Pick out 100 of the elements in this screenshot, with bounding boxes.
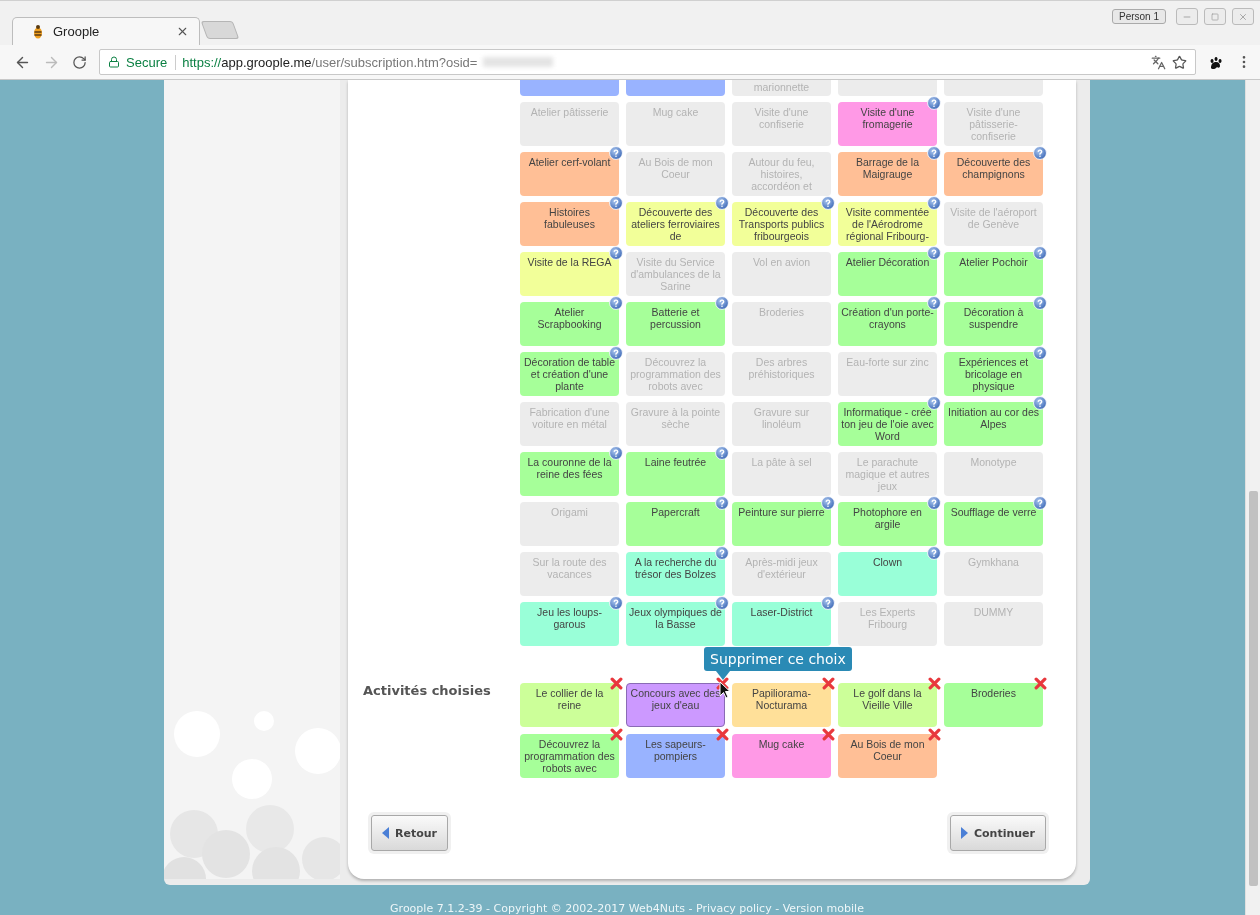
- help-icon[interactable]: [1033, 496, 1047, 510]
- activity-tile[interactable]: Découverte des champignons: [944, 152, 1043, 196]
- activity-tile: Monotype: [944, 452, 1043, 496]
- activity-tile[interactable]: Création d'un porte-crayons: [838, 302, 937, 346]
- close-icon[interactable]: [176, 25, 189, 38]
- favicon-icon: [31, 23, 45, 40]
- close-icon: [1238, 11, 1248, 22]
- tab-title: Groople: [53, 24, 101, 39]
- chosen-activity-tile[interactable]: Au Bois de mon Coeur: [838, 734, 937, 778]
- activity-tile[interactable]: Histoires fabuleuses: [520, 202, 619, 246]
- back-button[interactable]: Retour: [371, 815, 448, 851]
- activity-tile[interactable]: Informatique - crée ton jeu de l'oie avec Word: [838, 402, 937, 446]
- translate-icon[interactable]: [1151, 54, 1166, 70]
- help-icon[interactable]: [1033, 146, 1047, 160]
- continue-button[interactable]: Continuer: [949, 815, 1046, 851]
- activity-tile[interactable]: Visite commentée de l'Aérodrome régional Fribourg-: [838, 202, 937, 246]
- help-icon[interactable]: [1033, 296, 1047, 310]
- activity-tile[interactable]: Décoration à suspendre: [944, 302, 1043, 346]
- chosen-activity-tile[interactable]: Le collier de la reine: [520, 683, 619, 727]
- help-icon[interactable]: [1033, 246, 1047, 260]
- help-icon[interactable]: [927, 196, 941, 210]
- activity-tile: Gravure sur linoléum: [732, 402, 831, 446]
- help-icon[interactable]: [821, 496, 835, 510]
- help-icon[interactable]: [927, 246, 941, 260]
- activity-tile[interactable]: A la recherche du trésor des Bolzes: [626, 552, 725, 596]
- activity-tile[interactable]: Visite d'une fromagerie: [838, 102, 937, 146]
- activity-tile[interactable]: Découverte des ateliers ferroviaires de: [626, 202, 725, 246]
- activity-tile[interactable]: Atelier Scrapbooking: [520, 302, 619, 346]
- scrollbar-thumb[interactable]: [1248, 491, 1258, 886]
- help-icon[interactable]: [821, 596, 835, 610]
- help-icon[interactable]: [821, 196, 835, 210]
- activity-tile[interactable]: Batterie et percussion: [626, 302, 725, 346]
- activity-tile: marionnette: [732, 80, 831, 96]
- help-icon[interactable]: [715, 296, 729, 310]
- help-icon[interactable]: [715, 446, 729, 460]
- help-icon[interactable]: [927, 146, 941, 160]
- chosen-activity-tile[interactable]: Mug cake: [732, 734, 831, 778]
- chosen-activity-tile[interactable]: Les sapeurs-pompiers: [626, 734, 725, 778]
- activity-tile[interactable]: Photophore en argile: [838, 502, 937, 546]
- activity-tile[interactable]: Laser-District: [732, 602, 831, 646]
- help-icon[interactable]: [927, 546, 941, 560]
- activity-tile[interactable]: Découverte des Transports publics fribourgeois: [732, 202, 831, 246]
- activity-tile[interactable]: Soufflage de verre: [944, 502, 1043, 546]
- help-icon[interactable]: [609, 246, 623, 260]
- activity-tile[interactable]: Décoration de table et création d'une plante: [520, 352, 619, 396]
- help-icon[interactable]: [609, 446, 623, 460]
- help-icon[interactable]: [927, 496, 941, 510]
- activity-tile[interactable]: Expériences et bricolage en physique: [944, 352, 1043, 396]
- help-icon[interactable]: [609, 196, 623, 210]
- activity-tile[interactable]: Atelier Décoration: [838, 252, 937, 296]
- chosen-activity-tile[interactable]: Papiliorama-Nocturama: [732, 683, 831, 727]
- help-icon[interactable]: [715, 496, 729, 510]
- activity-tile[interactable]: Laine feutrée: [626, 452, 725, 496]
- reload-icon[interactable]: [72, 54, 87, 70]
- help-icon[interactable]: [715, 596, 729, 610]
- activity-tile[interactable]: Visite de la REGA: [520, 252, 619, 296]
- chosen-activity-tile[interactable]: Concours avec des jeux d'eau: [626, 683, 725, 727]
- activity-tile[interactable]: Atelier cerf-volant: [520, 152, 619, 196]
- activity-tile[interactable]: Jeux olympiques de la Basse: [626, 602, 725, 646]
- browser-tab[interactable]: Groople: [12, 17, 200, 45]
- activity-tile: DUMMY: [944, 602, 1043, 646]
- bookmark-star-icon[interactable]: [1172, 54, 1187, 70]
- help-icon[interactable]: [1033, 396, 1047, 410]
- section-title: Activités choisies: [363, 683, 492, 700]
- activity-tile: Origami: [520, 502, 619, 546]
- help-icon[interactable]: [927, 296, 941, 310]
- chosen-activity-tile[interactable]: Découvrez la programmation des robots avec: [520, 734, 619, 778]
- chosen-activity-tile[interactable]: Le golf dans la Vieille Ville: [838, 683, 937, 727]
- address-bar[interactable]: Secure https://app.groople.me/user/subscription.htm?osid=: [99, 49, 1196, 75]
- activity-tile[interactable]: Jeu les loups-garous: [520, 602, 619, 646]
- help-icon[interactable]: [715, 196, 729, 210]
- footer-text: Groople 7.1.2-39 - Copyright © 2002-2017 Web4Nuts - Privacy policy - Version mobile: [389, 901, 865, 915]
- help-icon[interactable]: [609, 296, 623, 310]
- activity-tile[interactable]: Initiation au cor des Alpes: [944, 402, 1043, 446]
- activity-tile: Vol en avion: [732, 252, 831, 296]
- activity-tile[interactable]: Clown: [838, 552, 937, 596]
- help-icon[interactable]: [715, 546, 729, 560]
- help-icon[interactable]: [609, 596, 623, 610]
- remove-icon[interactable]: [716, 677, 729, 690]
- activity-tile[interactable]: Atelier Pochoir: [944, 252, 1043, 296]
- help-icon[interactable]: [1033, 346, 1047, 360]
- help-icon[interactable]: [927, 396, 941, 410]
- help-icon[interactable]: [927, 96, 941, 110]
- activity-tile: Broderies: [732, 302, 831, 346]
- profile-button[interactable]: Person 1: [1111, 9, 1166, 24]
- activity-tile[interactable]: Peinture sur pierre: [732, 502, 831, 546]
- activity-tile: Visite d'une confiserie: [732, 102, 831, 146]
- scrollbar[interactable]: [1245, 80, 1260, 915]
- right-triangle-icon: [960, 827, 968, 839]
- url-text: https://app.groople.me/user/subscription.htm?osid=: [182, 54, 478, 70]
- help-icon[interactable]: [609, 146, 623, 160]
- secure-label: Secure: [126, 54, 177, 70]
- activity-tile[interactable]: Barrage de la Maigrauge: [838, 152, 937, 196]
- chosen-activity-tile[interactable]: Broderies: [944, 683, 1043, 727]
- extension-icon[interactable]: [1208, 54, 1224, 70]
- help-icon[interactable]: [609, 346, 623, 360]
- redacted-mark: [483, 57, 554, 67]
- lock-icon: [108, 56, 120, 68]
- activity-tile[interactable]: La couronne de la reine des fées: [520, 452, 619, 496]
- activity-tile[interactable]: Papercraft: [626, 502, 725, 546]
